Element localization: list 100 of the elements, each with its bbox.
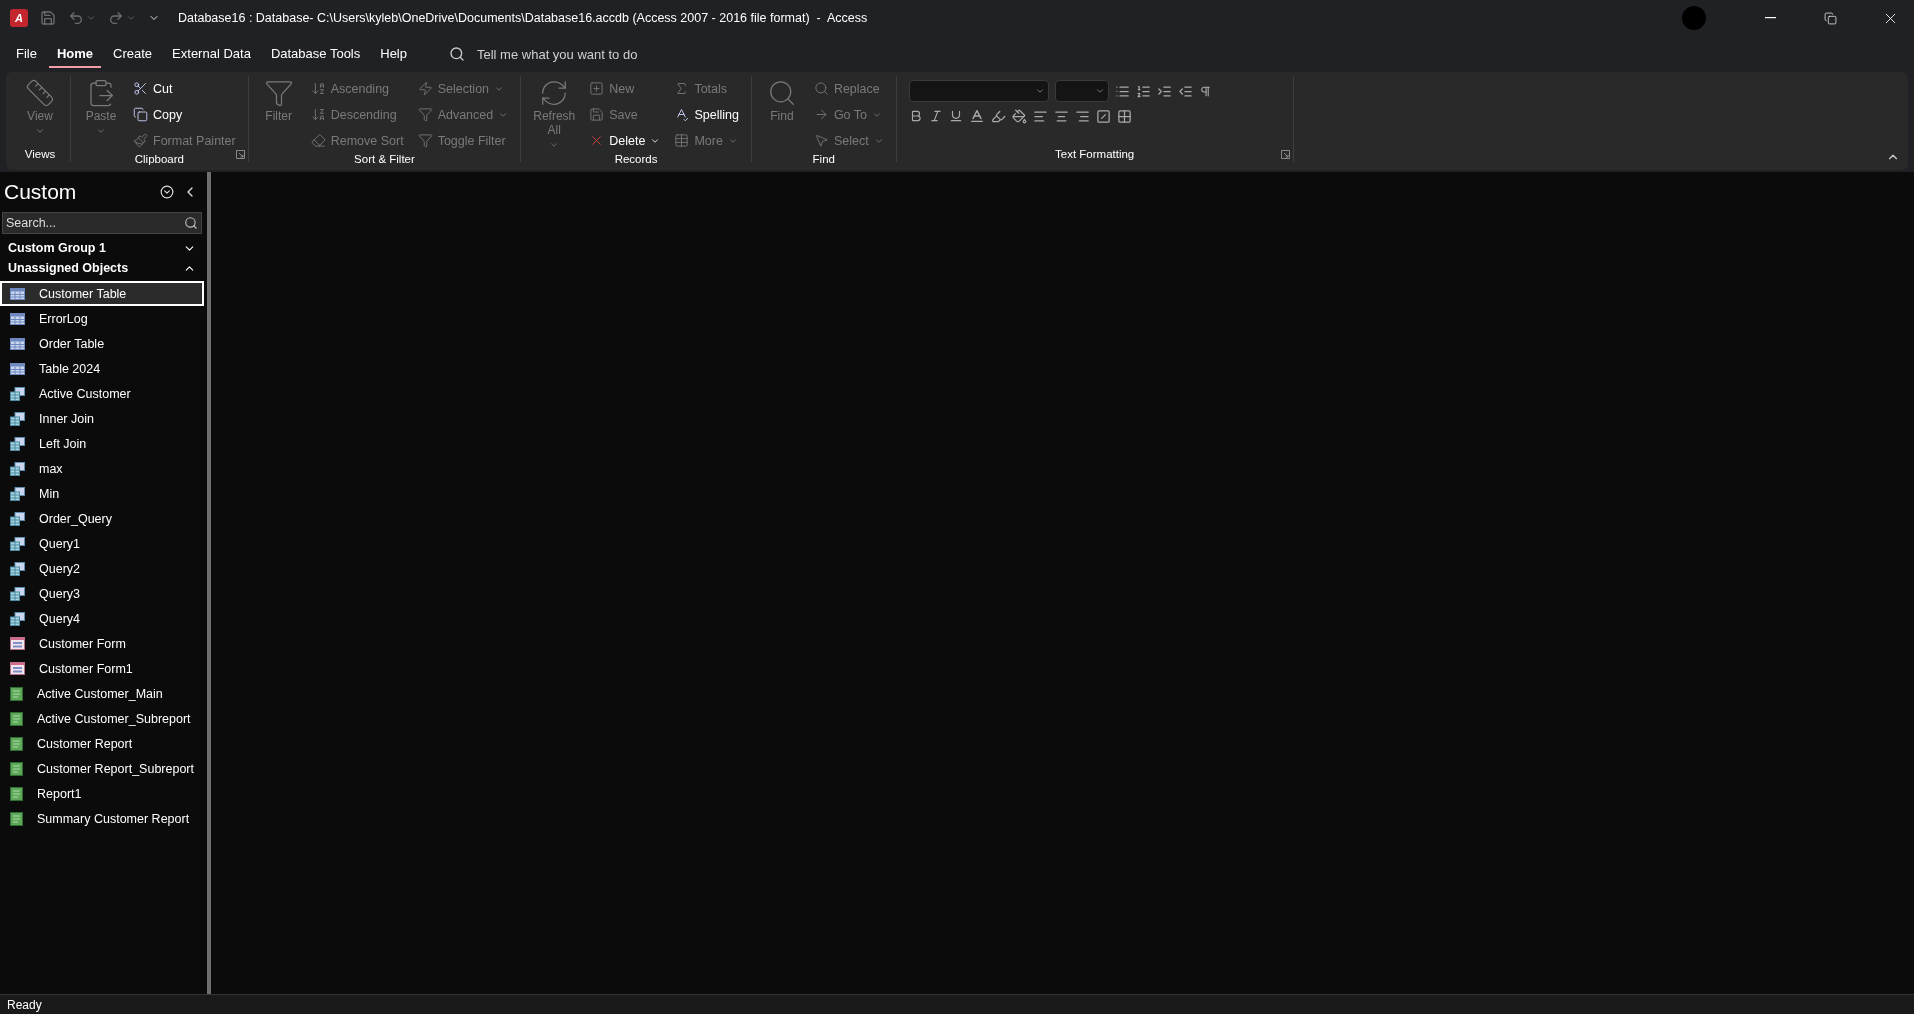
redo-button[interactable] (108, 10, 136, 26)
ribbon-tab[interactable]: Help (372, 40, 415, 68)
cell-style-icon[interactable] (1095, 108, 1111, 124)
nav-item[interactable]: Order_Query (0, 506, 204, 531)
nav-item[interactable]: Customer Form1 (0, 656, 204, 681)
form-icon (10, 637, 25, 650)
ribbon-tab[interactable]: Database Tools (262, 40, 369, 68)
table-icon (10, 362, 25, 375)
nav-item[interactable]: Query2 (0, 556, 204, 581)
save-button[interactable] (40, 10, 56, 26)
dialog-launcher-icon[interactable] (235, 150, 245, 159)
indent-icon[interactable] (1156, 83, 1172, 99)
table-icon (674, 133, 690, 148)
report-icon (10, 711, 23, 726)
ribbon-command[interactable]: Spelling (670, 102, 743, 127)
ribbon-command[interactable]: Delete (585, 128, 665, 153)
nav-item[interactable]: Left Join (0, 431, 204, 456)
query-icon (10, 436, 25, 451)
group-label: Sort & Filter (354, 153, 415, 167)
nav-item[interactable]: Customer Report (0, 731, 204, 756)
minimize-icon (1764, 17, 1776, 19)
search-icon (449, 46, 465, 62)
report-icon (10, 761, 23, 776)
highlighter-icon[interactable] (990, 108, 1006, 124)
group-label: Text Formatting (1055, 148, 1135, 162)
group-label: Clipboard (134, 153, 184, 167)
nav-item[interactable]: Query3 (0, 581, 204, 606)
nav-item[interactable]: Inner Join (0, 406, 204, 431)
nav-item[interactable]: Order Table (0, 331, 204, 356)
ribbon-tab[interactable]: File (8, 40, 45, 68)
nav-item[interactable]: Active Customer (0, 381, 204, 406)
report-icon (10, 736, 23, 751)
arrow-right-icon (813, 107, 829, 122)
nav-group-header[interactable]: Unassigned Objects (0, 258, 204, 278)
scissors-icon (133, 81, 148, 96)
nav-item[interactable]: Active Customer_Main (0, 681, 204, 706)
nav-search-field[interactable]: Search... (2, 212, 202, 234)
caret-icon (1094, 86, 1105, 96)
report-icon (10, 811, 23, 826)
save-icon (589, 107, 605, 122)
ruler-icon (25, 78, 55, 108)
outdent-icon[interactable] (1177, 83, 1193, 99)
ribbon-command[interactable]: Copy (129, 102, 240, 127)
sort-descending-icon (310, 107, 326, 122)
eraser-icon (310, 133, 326, 148)
nav-pane-title: Custom (4, 180, 78, 204)
group-label: Records (614, 153, 658, 167)
query-icon (10, 511, 25, 526)
query-icon (10, 461, 25, 476)
nav-item[interactable]: Report1 (0, 781, 204, 806)
align-center-icon[interactable] (1053, 108, 1069, 124)
align-right-icon[interactable] (1074, 108, 1090, 124)
nav-group-header[interactable]: Custom Group 1 (0, 238, 204, 258)
query-icon (10, 536, 25, 551)
query-icon (10, 561, 25, 576)
form-icon (10, 662, 25, 675)
nav-menu-button[interactable] (160, 185, 174, 199)
font-color-icon[interactable] (968, 108, 985, 124)
funnel-icon (263, 78, 294, 108)
gridlines-icon[interactable] (1116, 108, 1132, 124)
tell-me-field[interactable]: Tell me what you want to do (475, 45, 735, 63)
save-icon (40, 10, 56, 26)
dialog-launcher-icon[interactable] (1280, 150, 1290, 159)
nav-item[interactable]: Active Customer_Subreport (0, 706, 204, 731)
nav-item[interactable]: ErrorLog (0, 306, 204, 331)
nav-item[interactable]: Table 2024 (0, 356, 204, 381)
ribbon-tab[interactable]: Create (105, 40, 161, 68)
pilcrow-icon[interactable] (1198, 84, 1212, 98)
status-text: Ready (7, 997, 42, 1012)
nav-item[interactable]: Summary Customer Report (0, 806, 204, 831)
nav-item[interactable]: Query1 (0, 531, 204, 556)
ribbon-tab[interactable]: External Data (164, 40, 259, 68)
undo-button[interactable] (68, 10, 96, 26)
paint-bucket-icon[interactable] (1011, 108, 1027, 124)
table-icon (10, 312, 25, 325)
ribbon-tab[interactable]: Home (48, 40, 102, 68)
restore-icon (1823, 11, 1837, 25)
nav-item[interactable]: Customer Report_Subreport (0, 756, 204, 781)
numbering-icon[interactable] (1135, 83, 1151, 99)
report-icon (10, 786, 23, 801)
paintbrush-icon (133, 133, 148, 148)
nav-item[interactable]: Customer Table (0, 281, 204, 306)
nav-item[interactable]: Query4 (0, 606, 204, 631)
plus-square-icon (589, 81, 605, 96)
query-icon (10, 611, 25, 626)
underline-icon[interactable] (948, 109, 963, 123)
align-left-icon[interactable] (1032, 108, 1048, 124)
nav-item[interactable]: Min (0, 481, 204, 506)
ribbon-command[interactable]: Cut (129, 76, 240, 101)
nav-item[interactable]: Customer Form (0, 631, 204, 656)
funnel-icon (417, 107, 433, 122)
funnel-icon (417, 133, 433, 148)
nav-item[interactable]: max (0, 456, 204, 481)
caret-icon (86, 13, 96, 23)
caret-icon (1034, 86, 1045, 96)
italic-icon[interactable] (928, 109, 943, 123)
report-icon (10, 686, 23, 701)
app-logo: A (10, 9, 28, 27)
bullets-icon[interactable] (1114, 83, 1130, 99)
query-icon (10, 411, 25, 426)
